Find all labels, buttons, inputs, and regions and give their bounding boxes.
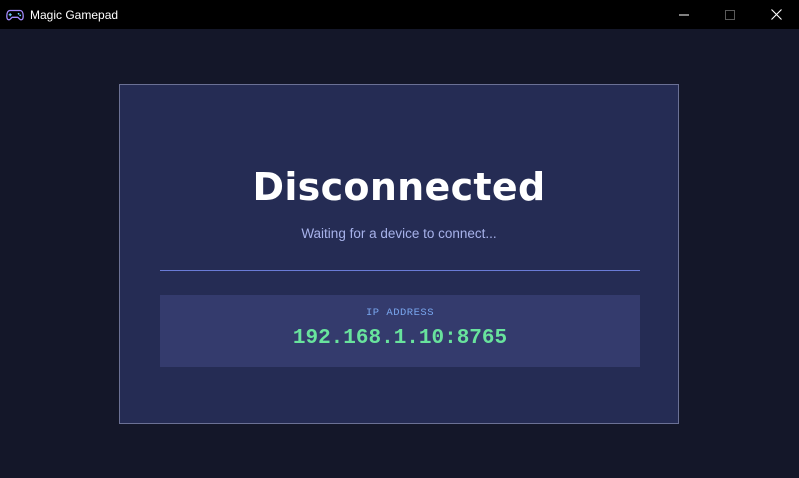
title-bar: Magic Gamepad bbox=[0, 0, 799, 29]
app-client-area: Disconnected Waiting for a device to con… bbox=[0, 29, 799, 478]
divider bbox=[160, 270, 640, 271]
close-icon bbox=[770, 9, 782, 20]
minimize-button[interactable] bbox=[661, 0, 707, 29]
ip-address-panel: IP ADDRESS 192.168.1.10:8765 bbox=[160, 295, 640, 367]
close-button[interactable] bbox=[753, 0, 799, 29]
ip-address-label: IP ADDRESS bbox=[365, 307, 434, 319]
status-title: Disconnected bbox=[252, 165, 546, 209]
ip-address-value[interactable]: 192.168.1.10:8765 bbox=[160, 327, 640, 350]
window-controls bbox=[661, 0, 799, 29]
maximize-icon bbox=[725, 9, 735, 20]
gamepad-icon bbox=[6, 8, 24, 22]
maximize-button[interactable] bbox=[707, 0, 753, 29]
status-subtitle: Waiting for a device to connect... bbox=[301, 226, 497, 241]
window-title: Magic Gamepad bbox=[30, 7, 119, 22]
connection-card: Disconnected Waiting for a device to con… bbox=[119, 84, 679, 424]
minimize-icon bbox=[679, 10, 689, 20]
